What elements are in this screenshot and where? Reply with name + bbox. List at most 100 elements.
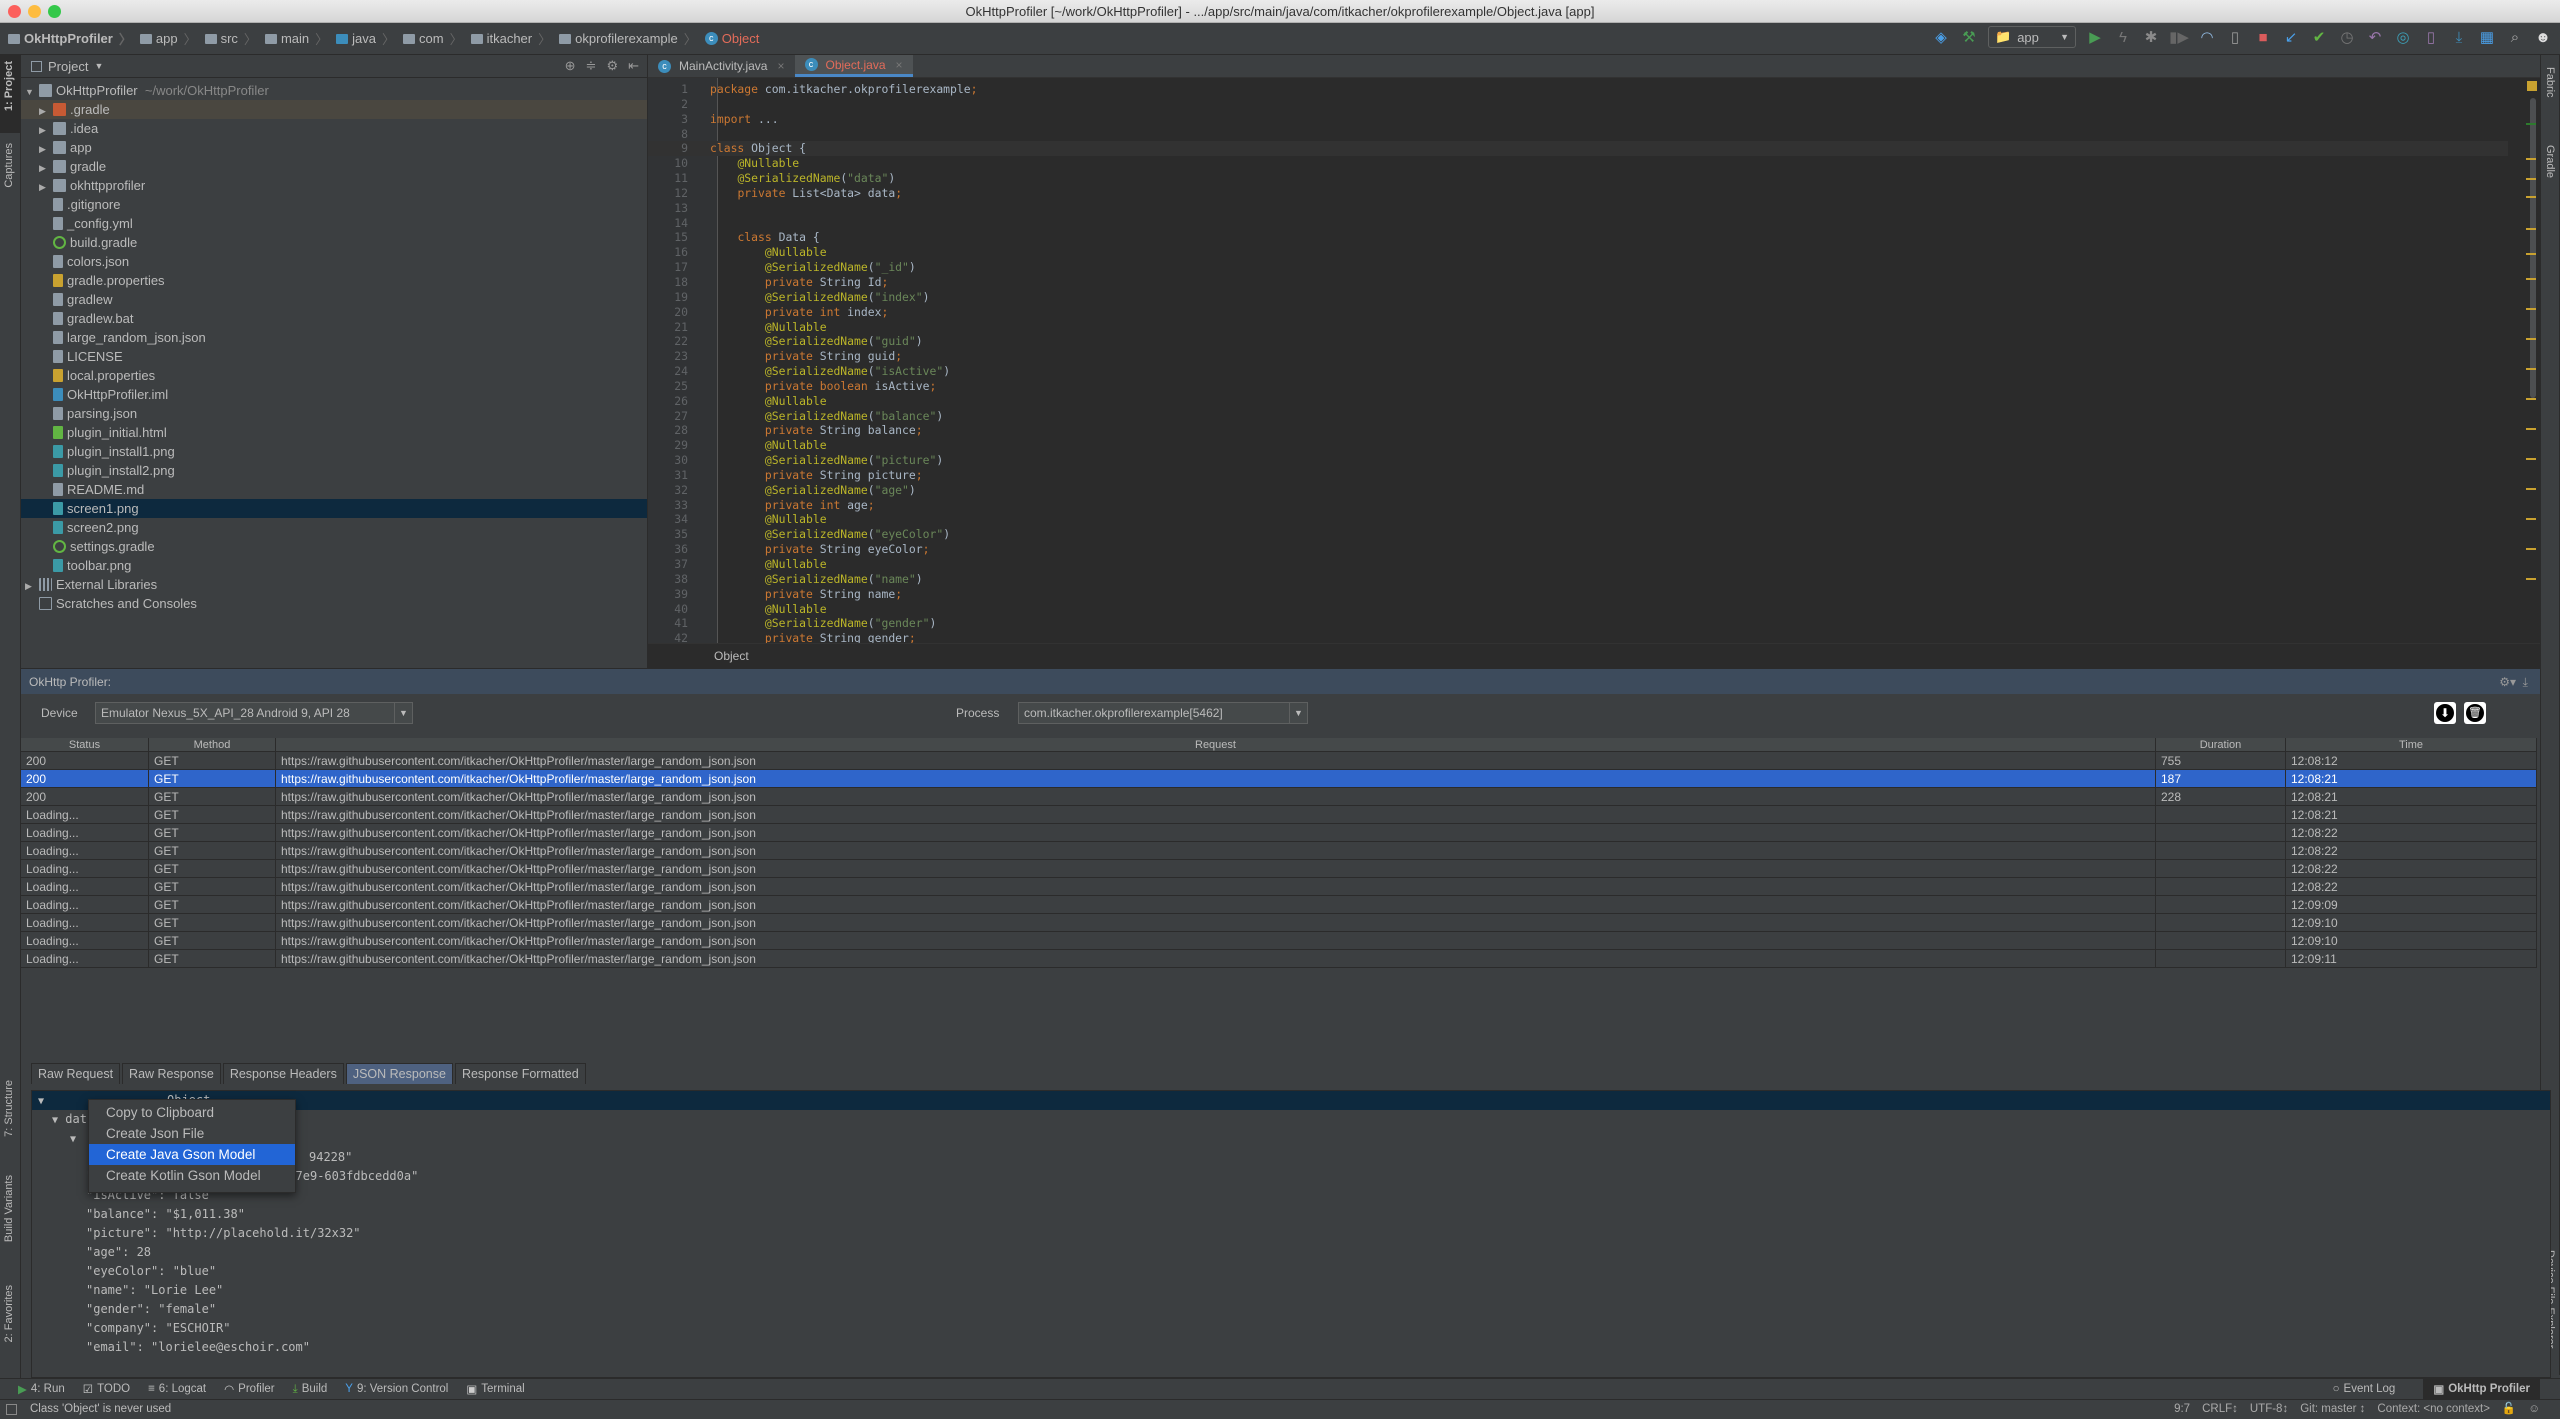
warning-marker[interactable]	[2526, 458, 2536, 460]
tool-tab-captures[interactable]: Captures	[3, 143, 15, 188]
device-select[interactable]: Emulator Nexus_5X_API_28 Android 9, API …	[95, 702, 413, 724]
json-field-id[interactable]: 94228"	[32, 1148, 2550, 1167]
tool-window-build[interactable]: ⤓ Build	[293, 1382, 328, 1396]
code-line[interactable]: 9 class Object {	[648, 141, 2508, 157]
menu-item-create-json-file[interactable]: Create Json File	[89, 1123, 295, 1144]
tree-item[interactable]: settings.gradle	[21, 537, 647, 556]
column-header[interactable]: Duration	[2156, 738, 2286, 751]
close-tab-icon[interactable]: ×	[777, 59, 784, 73]
warning-marker[interactable]	[2526, 548, 2536, 550]
tree-item[interactable]: local.properties	[21, 366, 647, 385]
profile-button[interactable]: ▮▶	[2169, 28, 2189, 46]
code-line[interactable]: 16 @Nullable	[648, 245, 2508, 260]
code-line[interactable]: 14	[648, 216, 2508, 231]
code-line[interactable]: 12 private List<Data> data;	[648, 186, 2508, 201]
json-field[interactable]: "gender": "female"	[32, 1300, 2550, 1319]
code-line[interactable]: 31 private String picture;	[648, 468, 2508, 483]
tool-tab-favorites[interactable]: 2: Favorites	[3, 1285, 15, 1342]
code-line[interactable]: 15 class Data {	[648, 230, 2508, 245]
project-view-selector[interactable]: Project	[48, 59, 88, 74]
code-line[interactable]: 21 @Nullable	[648, 320, 2508, 335]
close-window-button[interactable]	[8, 5, 21, 18]
json-response-tree[interactable]: ▼Object ▼ dat ▼ 94228" "guid": "8a231d1c…	[31, 1090, 2551, 1378]
warning-marker[interactable]	[2526, 253, 2536, 255]
caret-position[interactable]: 9:7	[2174, 1400, 2190, 1419]
tree-item[interactable]: ▶ okhttpprofiler	[21, 176, 647, 195]
code-line[interactable]: 24 @SerializedName("isActive")	[648, 364, 2508, 379]
menu-item-create-java-gson-model[interactable]: Create Java Gson Model	[89, 1144, 295, 1165]
code-area[interactable]: 1 package com.itkacher.okprofilerexample;…	[648, 82, 2508, 646]
search-button[interactable]: ⌕	[2506, 28, 2524, 46]
tree-item[interactable]: parsing.json	[21, 404, 647, 423]
tree-item[interactable]: toolbar.png	[21, 556, 647, 575]
tree-item-root[interactable]: ▼ OkHttpProfiler ~/work/OkHttpProfiler	[21, 81, 647, 100]
code-line[interactable]: 1 package com.itkacher.okprofilerexample;	[648, 82, 2508, 97]
file-encoding[interactable]: UTF-8↕	[2250, 1400, 2288, 1419]
tree-item[interactable]: plugin_install2.png	[21, 461, 647, 480]
warning-marker[interactable]	[2526, 308, 2536, 310]
menu-item-create-kotlin-gson-model[interactable]: Create Kotlin Gson Model	[89, 1165, 295, 1186]
tree-item-external-libraries[interactable]: ▶ External Libraries	[21, 575, 647, 594]
table-row[interactable]: Loading... GET https://raw.githubuserconte…	[21, 860, 2537, 878]
json-root-node[interactable]: ▼Object	[32, 1091, 2550, 1110]
gear-icon[interactable]: ⚙▾ ⤓	[2499, 669, 2528, 695]
tree-item[interactable]: gradle.properties	[21, 271, 647, 290]
tool-window-profiler[interactable]: ◠ Profiler	[224, 1382, 274, 1396]
tree-item[interactable]: _config.yml	[21, 214, 647, 233]
profiler-gauge-button[interactable]: ◠	[2198, 28, 2216, 46]
tool-tab-project[interactable]: 1: Project	[3, 61, 15, 111]
table-row[interactable]: 200 GET https://raw.githubusercontent.com/…	[21, 788, 2537, 806]
error-stripe[interactable]	[2522, 78, 2540, 638]
info-marker[interactable]	[2526, 123, 2536, 125]
breadcrumb-item[interactable]: main 〉	[264, 29, 328, 48]
code-line[interactable]: 3 import ...	[648, 112, 2508, 127]
run-button[interactable]: ▶	[2086, 28, 2104, 46]
code-line[interactable]: 18 private String Id;	[648, 275, 2508, 290]
attach-debugger-button[interactable]: ▯	[2226, 28, 2244, 46]
table-row[interactable]: 200 GET https://raw.githubusercontent.com/…	[21, 752, 2537, 770]
tab-raw-request[interactable]: Raw Request	[31, 1063, 121, 1084]
warning-marker[interactable]	[2526, 228, 2536, 230]
collapse-all-icon[interactable]: ≑	[586, 58, 597, 74]
json-field[interactable]: "picture": "http://placehold.it/32x32"	[32, 1224, 2550, 1243]
hide-panel-icon[interactable]: ⇤	[628, 58, 639, 74]
warning-marker[interactable]	[2526, 578, 2536, 580]
breadcrumb-item[interactable]: itkacher 〉	[470, 29, 551, 48]
warning-marker[interactable]	[2526, 488, 2536, 490]
breadcrumb-item[interactable]: OkHttpProfiler 〉	[8, 29, 132, 48]
code-line[interactable]: 10 @Nullable	[648, 156, 2508, 171]
json-field[interactable]: "isActive": false	[32, 1186, 2550, 1205]
code-line[interactable]: 25 private boolean isActive;	[648, 379, 2508, 394]
warning-marker[interactable]	[2526, 428, 2536, 430]
tab-response-headers[interactable]: Response Headers	[222, 1063, 344, 1084]
apply-changes-button[interactable]: ϟ	[2114, 28, 2132, 46]
table-row[interactable]: Loading... GET https://raw.githubuserconte…	[21, 950, 2537, 968]
debug-button[interactable]: ✱	[2142, 28, 2160, 46]
code-line[interactable]: 33 private int age;	[648, 498, 2508, 513]
table-row[interactable]: Loading... GET https://raw.githubuserconte…	[21, 806, 2537, 824]
expand-arrow-icon[interactable]: ▼	[70, 1134, 76, 1145]
avd-manager-button[interactable]: ▯	[2422, 28, 2440, 46]
warning-marker[interactable]	[2526, 368, 2536, 370]
code-line[interactable]: 11 @SerializedName("data")	[648, 171, 2508, 186]
table-row[interactable]: 200 GET https://raw.githubusercontent.com/…	[21, 770, 2537, 788]
menu-item-copy-to-clipboard[interactable]: Copy to Clipboard	[89, 1102, 295, 1123]
code-line[interactable]: 17 @SerializedName("_id")	[648, 260, 2508, 275]
warning-marker[interactable]	[2526, 278, 2536, 280]
code-line[interactable]: 8	[648, 127, 2508, 142]
tool-tab-fabric[interactable]: Fabric	[2544, 67, 2556, 98]
tab-json-response[interactable]: JSON Response	[345, 1063, 453, 1084]
breadcrumb-item[interactable]: app 〉	[139, 29, 197, 48]
warning-indicator-icon[interactable]	[2527, 81, 2537, 91]
expand-arrow-icon[interactable]: ▼	[52, 1115, 58, 1126]
locate-icon[interactable]: ⊕	[565, 58, 576, 74]
warning-marker[interactable]	[2526, 398, 2536, 400]
tool-window-terminal[interactable]: ▣ Terminal	[466, 1382, 524, 1396]
tree-item[interactable]: LICENSE	[21, 347, 647, 366]
breadcrumb-item[interactable]: src 〉	[204, 29, 257, 48]
sdk-manager-button[interactable]: ⤓	[2450, 28, 2468, 46]
code-line[interactable]: 41 @SerializedName("gender")	[648, 616, 2508, 631]
tree-item[interactable]: OkHttpProfiler.iml	[21, 385, 647, 404]
json-field[interactable]: "email": "lorielee@eschoir.com"	[32, 1338, 2550, 1357]
download-button[interactable]: ⬇	[2434, 702, 2456, 724]
